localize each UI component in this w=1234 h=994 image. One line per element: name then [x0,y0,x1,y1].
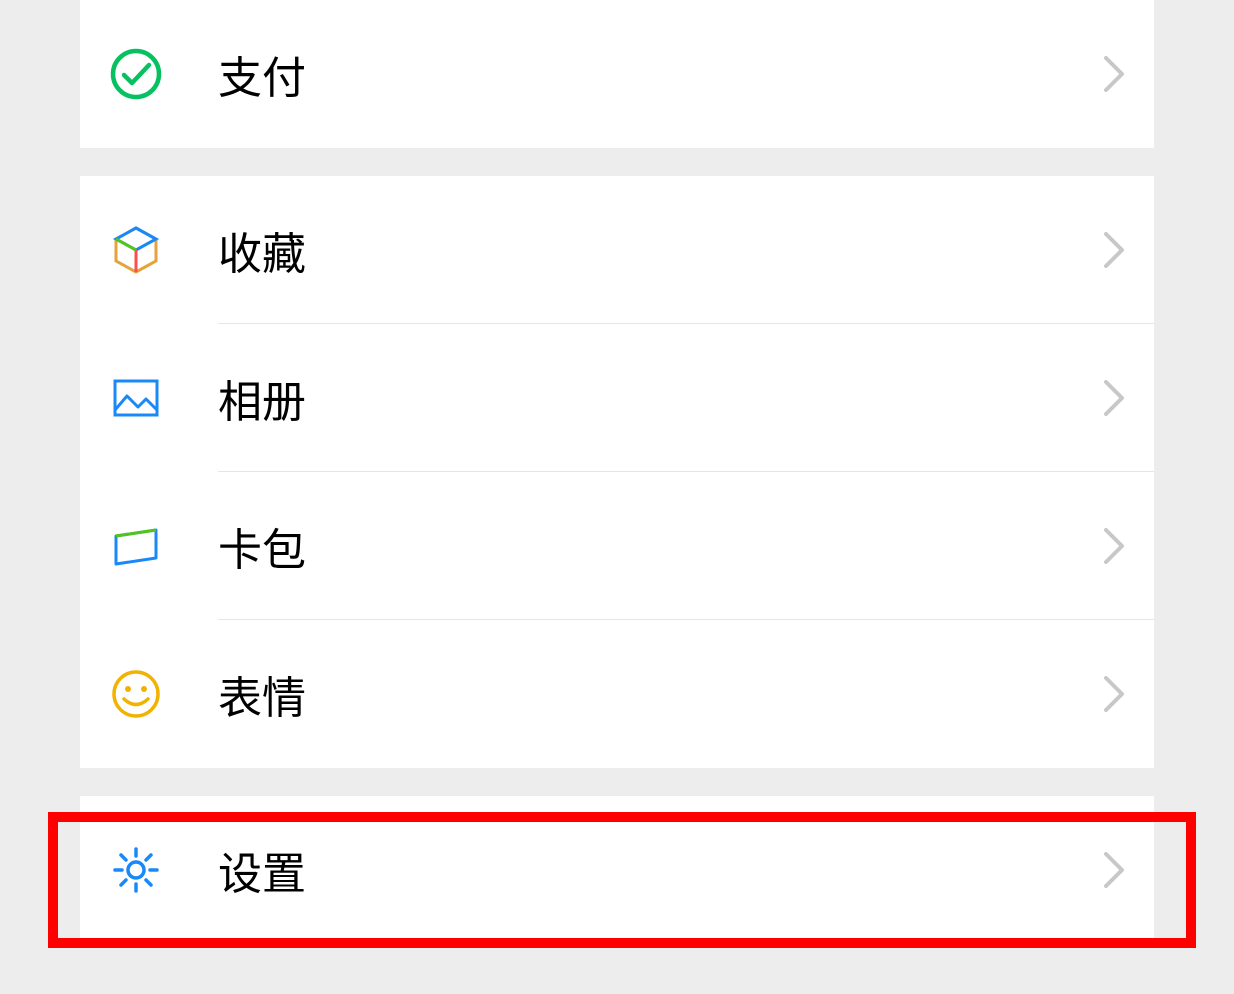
menu-item-emoji[interactable]: 表情 [80,620,1154,768]
menu-group-pay: 支付 [80,0,1154,148]
gear-icon [110,844,162,896]
emoji-smile-icon [110,668,162,720]
menu-item-album[interactable]: 相册 [80,324,1154,472]
menu-item-label: 支付 [218,42,1104,106]
chevron-right-icon [1104,676,1124,712]
menu-group-settings: 设置 [80,796,1154,944]
menu-item-favorites[interactable]: 收藏 [80,176,1154,324]
menu-item-cards[interactable]: 卡包 [80,472,1154,620]
menu-item-label: 相册 [218,366,1104,430]
menu-item-pay[interactable]: 支付 [80,0,1154,148]
menu-item-label: 卡包 [218,514,1104,578]
chevron-right-icon [1104,528,1124,564]
chevron-right-icon [1104,232,1124,268]
album-photo-icon [110,372,162,424]
menu-item-label: 表情 [218,662,1104,726]
chevron-right-icon [1104,852,1124,888]
menu-item-label: 收藏 [218,218,1104,282]
wechat-pay-icon [110,48,162,100]
menu-group-tools: 收藏 相册 [80,176,1154,768]
menu-item-label: 设置 [218,838,1104,902]
favorites-cube-icon [110,224,162,276]
cards-wallet-icon [110,520,162,572]
menu-item-settings[interactable]: 设置 [80,796,1154,944]
chevron-right-icon [1104,380,1124,416]
chevron-right-icon [1104,56,1124,92]
